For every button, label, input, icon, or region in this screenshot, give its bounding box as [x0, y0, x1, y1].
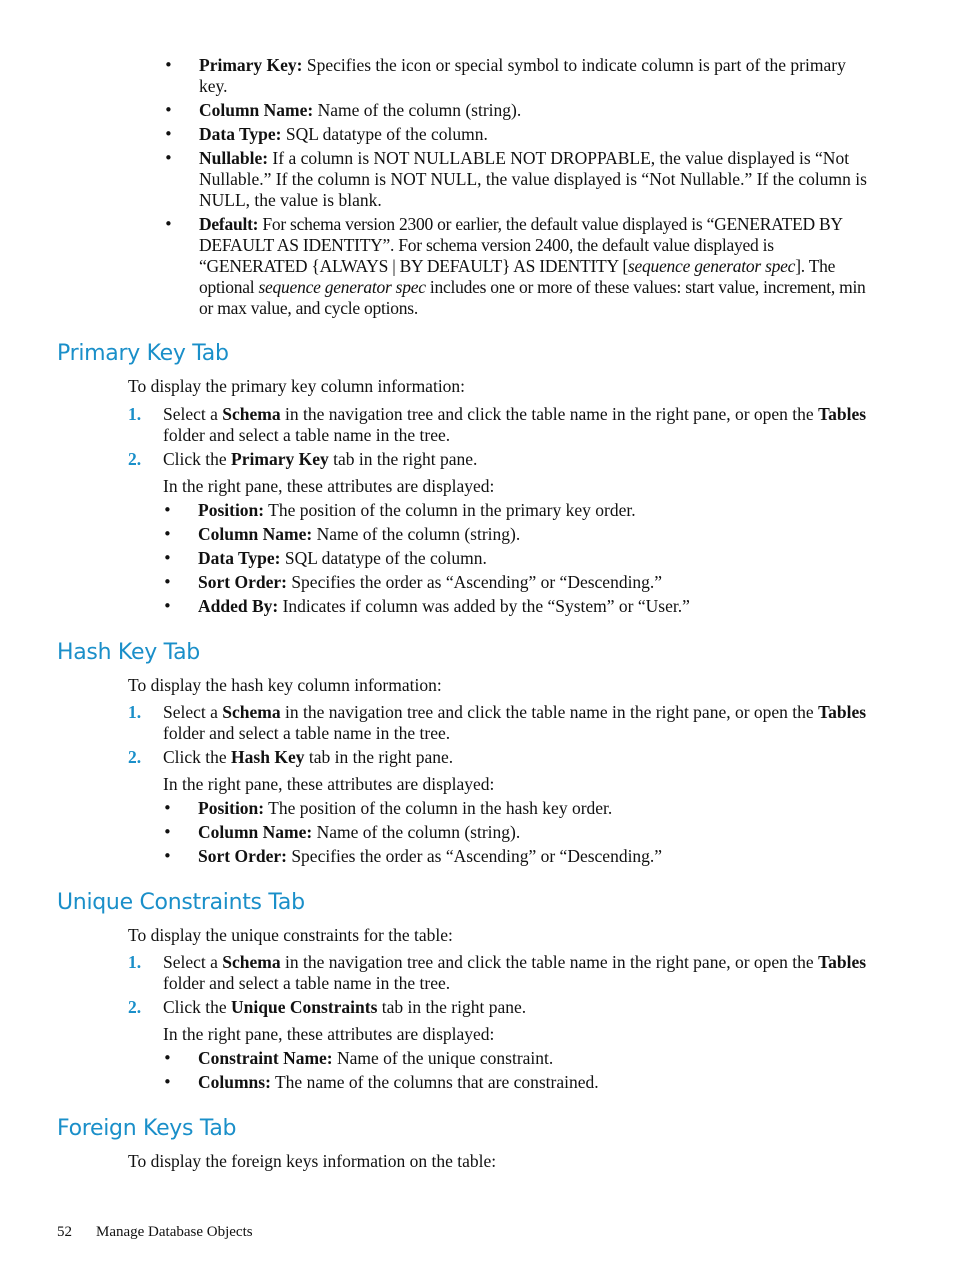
- section-heading-primary-key: Primary Key Tab: [57, 341, 229, 366]
- list-item: Position: The position of the column in …: [163, 798, 874, 819]
- list-item: Column Name: Name of the column (string)…: [164, 100, 874, 121]
- step-item: 2. Click the Primary Key tab in the right…: [128, 449, 874, 617]
- step-item: 2. Click the Hash Key tab in the right pa…: [128, 747, 874, 867]
- list-item: Position: The position of the column in …: [163, 500, 874, 521]
- procedure-steps: 1. Select a Schema in the navigation tree…: [128, 404, 874, 620]
- section-heading-foreign-keys: Foreign Keys Tab: [57, 1116, 237, 1141]
- list-item: Nullable: If a column is NOT NULLABLE NO…: [164, 148, 874, 211]
- document-page: Primary Key: Specifies the icon or speci…: [0, 0, 954, 1271]
- section-intro: To display the unique constraints for th…: [128, 925, 453, 945]
- list-item: Data Type: SQL datatype of the column.: [164, 124, 874, 145]
- step-item: 1. Select a Schema in the navigation tree…: [128, 702, 867, 743]
- column-attributes-list: Primary Key: Specifies the icon or speci…: [164, 55, 874, 322]
- list-item: Default: For schema version 2300 or earl…: [164, 214, 874, 319]
- step-number: 1.: [128, 404, 142, 424]
- step-number: 1.: [128, 702, 142, 722]
- step-item: 1. Select a Schema in the navigation tree…: [128, 952, 867, 993]
- section-heading-hash-key: Hash Key Tab: [57, 640, 200, 665]
- list-item: Sort Order: Specifies the order as “Asce…: [163, 846, 874, 867]
- attributes-list: Position: The position of the column in …: [163, 798, 874, 867]
- chapter-title: Manage Database Objects: [96, 1224, 253, 1240]
- page-number: 52: [57, 1224, 72, 1240]
- list-item: Sort Order: Specifies the order as “Asce…: [163, 572, 874, 593]
- list-item: Columns: The name of the columns that ar…: [163, 1072, 874, 1093]
- step-number: 1.: [128, 952, 142, 972]
- section-intro: To display the foreign keys information …: [128, 1151, 497, 1171]
- attributes-intro: In the right pane, these attributes are …: [163, 1024, 495, 1044]
- procedure-steps: 1. Select a Schema in the navigation tree…: [128, 702, 874, 870]
- list-item: Column Name: Name of the column (string)…: [163, 822, 874, 843]
- step-item: 1. Select a Schema in the navigation tree…: [128, 404, 867, 445]
- section-heading-unique-constraints: Unique Constraints Tab: [57, 890, 305, 915]
- list-item: Data Type: SQL datatype of the column.: [163, 548, 874, 569]
- list-item: Constraint Name: Name of the unique cons…: [163, 1048, 874, 1069]
- page-footer: 52 Manage Database Objects: [57, 1222, 253, 1243]
- attributes-intro: In the right pane, these attributes are …: [163, 476, 495, 496]
- section-intro: To display the primary key column inform…: [128, 376, 466, 396]
- step-number: 2.: [128, 997, 142, 1017]
- step-number: 2.: [128, 747, 142, 767]
- attributes-list: Constraint Name: Name of the unique cons…: [163, 1048, 874, 1093]
- attributes-list: Position: The position of the column in …: [163, 500, 874, 617]
- list-item: Primary Key: Specifies the icon or speci…: [164, 55, 874, 97]
- list-item: Column Name: Name of the column (string)…: [163, 524, 874, 545]
- attributes-intro: In the right pane, these attributes are …: [163, 774, 495, 794]
- section-intro: To display the hash key column informati…: [128, 675, 442, 695]
- step-item: 2. Click the Unique Constraints tab in th…: [128, 997, 874, 1093]
- procedure-steps: 1. Select a Schema in the navigation tree…: [128, 952, 874, 1096]
- step-number: 2.: [128, 449, 142, 469]
- list-item: Added By: Indicates if column was added …: [163, 596, 874, 617]
